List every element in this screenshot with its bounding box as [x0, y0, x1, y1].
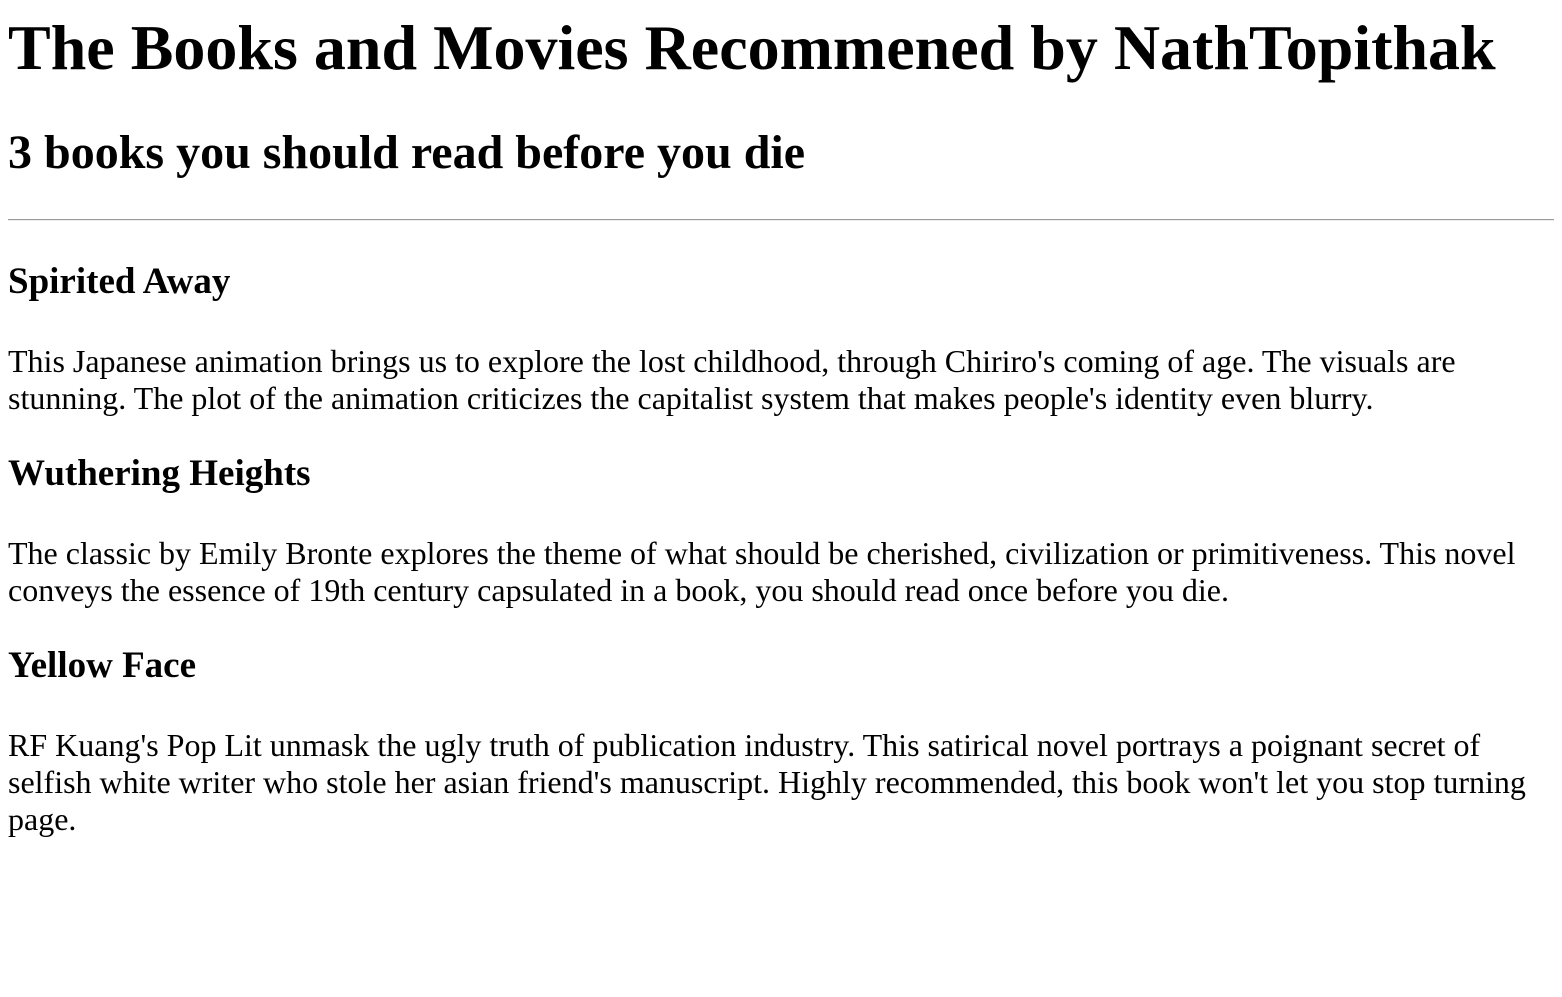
entry-title: Yellow Face [8, 645, 197, 686]
entry-title: Spirited Away [8, 261, 231, 302]
divider [8, 219, 1554, 221]
entry-wuthering-heights: Wuthering Heights The classic by Emily B… [8, 453, 1554, 609]
entry-title: Wuthering Heights [8, 453, 311, 494]
page-title: The Books and Movies Recommened by NathT… [8, 12, 1496, 83]
entry-description: This Japanese animation brings us to exp… [8, 343, 1456, 416]
entry-description: The classic by Emily Bronte explores the… [8, 535, 1516, 608]
entry-spirited-away: Spirited Away This Japanese animation br… [8, 261, 1554, 417]
entry-description: RF Kuang's Pop Lit unmask the ugly truth… [8, 727, 1526, 837]
page-subtitle: 3 books you should read before you die [8, 126, 806, 179]
entry-yellow-face: Yellow Face RF Kuang's Pop Lit unmask th… [8, 645, 1554, 838]
